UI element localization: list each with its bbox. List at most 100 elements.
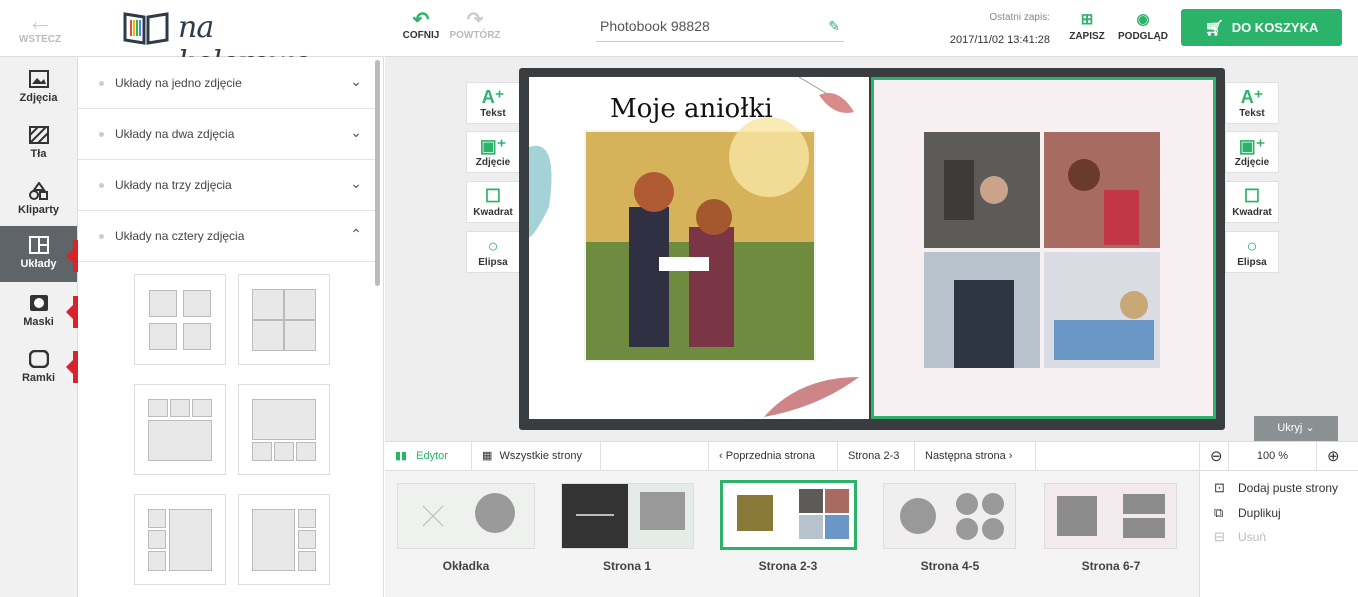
chevron-down-icon: ⌄ (1305, 422, 1315, 434)
image-plus-icon: ▣⁺ (1238, 136, 1266, 156)
circle-icon: ○ (1246, 236, 1258, 256)
cart-icon: 🛒︎ (1204, 19, 1224, 37)
duplicate-button[interactable]: ⧉ Duplikuj (1214, 505, 1281, 521)
delete-button[interactable]: ⊟ Usuń (1214, 529, 1266, 545)
layout-option[interactable] (238, 384, 330, 475)
thumb-cover[interactable] (397, 483, 535, 549)
page-6-7-preview (1057, 494, 1165, 538)
cover-preview (422, 493, 515, 533)
editor-tab[interactable]: ▮▮ Edytor (385, 442, 472, 471)
nav-item-cliparts[interactable]: Kliparty (0, 172, 77, 228)
current-page: Strona 2-3 (838, 442, 915, 471)
page-title-text[interactable]: Moje aniołki (610, 94, 773, 124)
accordion-label: Układy na trzy zdjęcia (115, 178, 232, 192)
page-4-5-preview (900, 493, 1004, 540)
accordion-two-photos[interactable]: Układy na dwa zdjęcia ⌄ (78, 109, 378, 160)
thumb-label: Strona 4-5 (920, 559, 980, 573)
thumb-label: Strona 2-3 (758, 559, 818, 573)
tool-ellipse-left[interactable]: ○ Elipsa (466, 231, 520, 273)
page-actions: ⊡ Dodaj puste strony ⧉ Duplikuj ⊟ Usuń (1199, 471, 1358, 597)
top-bar: ← WSTECZ na kolorowo ↶ COFNIJ ↷ POWTÓRZ … (0, 0, 1358, 80)
back-label: WSTECZ (18, 34, 62, 45)
editor-icon: ▮▮ (395, 450, 408, 462)
bullet (99, 183, 104, 188)
left-page[interactable] (529, 76, 869, 419)
chevron-down-icon: ⌄ (350, 73, 362, 89)
tool-image-right[interactable]: ▣⁺ Zdjęcie (1225, 131, 1279, 173)
nav-label: Kliparty (18, 204, 59, 216)
tool-label: Tekst (480, 108, 506, 119)
text-plus-icon: A⁺ (1240, 87, 1264, 107)
layout-option[interactable] (134, 384, 226, 475)
tool-image-left[interactable]: ▣⁺ Zdjęcie (466, 131, 520, 173)
all-pages-tab[interactable]: ▦ Wszystkie strony (472, 442, 601, 471)
back-button[interactable]: ← WSTECZ (14, 8, 66, 48)
hide-button[interactable]: Ukryj ⌄ (1254, 416, 1338, 441)
right-page-selected[interactable] (871, 77, 1216, 419)
nav-label: Maski (23, 316, 54, 328)
accordion-three-photos[interactable]: Układy na trzy zdjęcia ⌄ (78, 160, 378, 211)
copy-icon: ⧉ (1214, 505, 1224, 520)
layout-option[interactable] (238, 494, 330, 585)
tool-square-right[interactable]: ☐ Kwadrat (1225, 181, 1279, 223)
nav-label: Zdjęcia (19, 92, 58, 104)
tool-label: Elipsa (478, 257, 508, 268)
zoom-level[interactable]: 100 % (1229, 442, 1317, 471)
accordion-label: Układy na jedno zdjęcie (115, 76, 242, 90)
layout-option[interactable] (134, 494, 226, 585)
project-title-field[interactable]: Photobook 98828 ✎ (596, 12, 844, 42)
preview-button[interactable]: ◉ PODGLĄD (1115, 11, 1171, 43)
thumb-page-2-3[interactable] (720, 480, 857, 550)
layouts-panel: Układy na jedno zdjęcie ⌄ Układy na dwa … (78, 57, 384, 597)
last-saved-label: Ostatni zapis: (989, 12, 1050, 23)
add-blank-pages-button[interactable]: ⊡ Dodaj puste strony (1214, 480, 1338, 496)
save-label: ZAPISZ (1069, 31, 1105, 42)
undo-button[interactable]: ↶ COFNIJ (400, 10, 442, 41)
tool-label: Zdjęcie (475, 157, 511, 168)
layout-option[interactable] (238, 274, 330, 365)
hide-label: Ukryj (1277, 422, 1303, 434)
thumb-page-1[interactable] (561, 483, 694, 549)
delete-page-icon: ⊟ (1214, 529, 1225, 544)
accordion-label: Układy na cztery zdjęcia (115, 229, 245, 243)
tool-square-left[interactable]: ☐ Kwadrat (466, 181, 520, 223)
nav-item-backgrounds[interactable]: Tła (0, 116, 77, 172)
redo-button[interactable]: ↷ POWTÓRZ (447, 10, 503, 41)
last-saved-value: 2017/11/02 13:41:28 (949, 34, 1050, 46)
add-blank-label: Dodaj puste strony (1238, 481, 1339, 495)
bullet (99, 132, 104, 137)
panel-scrollbar[interactable] (375, 60, 380, 286)
page-1-preview (562, 484, 693, 548)
page-2-3-preview (737, 489, 849, 539)
thumb-page-6-7[interactable] (1044, 483, 1177, 549)
prev-page-button[interactable]: ‹ Poprzednia strona (708, 442, 838, 471)
square-icon: ☐ (484, 186, 502, 206)
duplicate-label: Duplikuj (1238, 506, 1281, 520)
image-plus-icon: ▣⁺ (479, 136, 507, 156)
pencil-icon[interactable]: ✎ (828, 18, 840, 35)
accordion-four-photos[interactable]: Układy na cztery zdjęcia ⌃ (78, 211, 378, 262)
tool-label: Zdjęcie (1234, 157, 1270, 168)
zoom-in-button[interactable]: ⊕ (1317, 442, 1358, 471)
current-page-label: Strona 2-3 (848, 450, 900, 462)
logo[interactable]: na kolorowo (122, 8, 352, 80)
tool-text-left[interactable]: A⁺ Tekst (466, 82, 520, 124)
prev-page-label: Poprzednia strona (725, 450, 816, 462)
layout-option[interactable] (134, 274, 226, 365)
project-title: Photobook 98828 (600, 18, 710, 34)
tool-text-right[interactable]: A⁺ Tekst (1225, 82, 1279, 124)
nav-label: Tła (30, 148, 47, 160)
zoom-out-button[interactable]: ⊖ (1199, 442, 1229, 471)
nav-item-photos[interactable]: Zdjęcia (0, 60, 77, 116)
save-button[interactable]: ⊞ ZAPISZ (1066, 12, 1108, 43)
square-icon: ☐ (1243, 186, 1261, 206)
tool-ellipse-right[interactable]: ○ Elipsa (1225, 231, 1279, 273)
thumb-page-4-5[interactable] (883, 483, 1016, 549)
cart-button[interactable]: 🛒︎ DO KOSZYKA (1181, 9, 1342, 46)
eye-icon: ◉ (1136, 11, 1150, 28)
next-page-button[interactable]: Następna strona › (915, 442, 1036, 471)
accordion-one-photo[interactable]: Układy na jedno zdjęcie ⌄ (78, 58, 378, 109)
zoom-out-icon: ⊖ (1210, 448, 1223, 465)
editor-label: Edytor (416, 450, 448, 462)
left-nav: Zdjęcia Tła Kliparty Układy Maski Ramki (0, 57, 78, 597)
